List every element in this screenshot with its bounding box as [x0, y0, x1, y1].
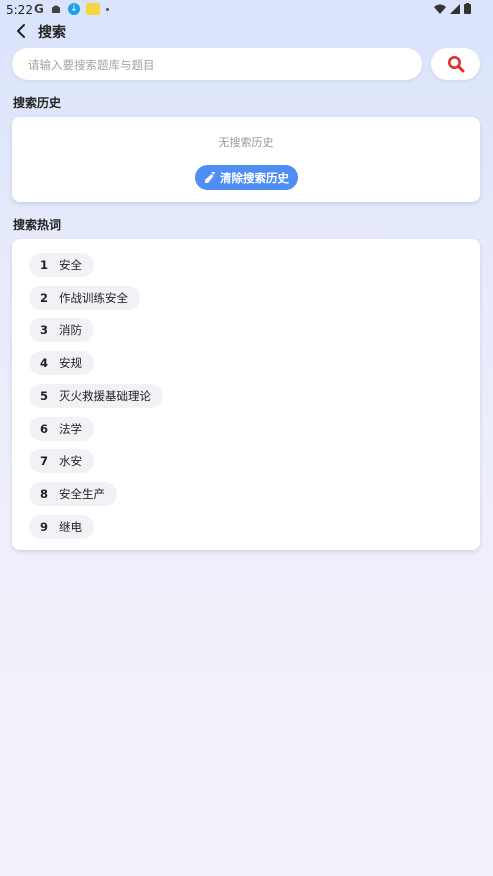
- hot-word-item[interactable]: 6 法学: [29, 417, 94, 441]
- hot-word-text: 安全生产: [59, 487, 105, 501]
- more-notifications-icon: [105, 7, 109, 11]
- hot-word-item[interactable]: 5 灭火救援基础理论: [29, 384, 163, 408]
- wifi-icon: [434, 4, 446, 14]
- hot-word-text: 作战训练安全: [59, 291, 128, 305]
- battery-icon: [464, 3, 471, 14]
- search-icon: [447, 56, 464, 73]
- hot-word-rank: 8: [39, 487, 48, 501]
- search-input[interactable]: [26, 48, 410, 82]
- clear-history-button[interactable]: 清除搜索历史: [195, 165, 298, 190]
- search-field[interactable]: [12, 48, 422, 82]
- hot-word-rank: 4: [39, 356, 48, 370]
- search-button[interactable]: [431, 48, 480, 80]
- download-notification-icon: ↓: [67, 3, 80, 15]
- hot-word-text: 水安: [59, 454, 82, 468]
- hot-word-item[interactable]: 2 作战训练安全: [29, 286, 140, 310]
- hot-word-item[interactable]: 9 继电: [29, 515, 94, 539]
- signal-icon: [450, 3, 460, 14]
- hot-word-rank: 2: [39, 291, 48, 305]
- hot-word-item[interactable]: 3 消防: [29, 318, 94, 342]
- history-section-title: 搜索历史: [13, 96, 62, 110]
- history-card: 无搜索历史 清除搜索历史: [12, 117, 480, 202]
- hot-word-item[interactable]: 1 安全: [29, 253, 94, 277]
- broom-icon: [205, 172, 215, 183]
- hot-word-rank: 3: [39, 323, 48, 337]
- hot-word-item[interactable]: 8 安全生产: [29, 482, 117, 506]
- hot-word-rank: 7: [39, 454, 48, 468]
- status-bar: 5:22 G ↓: [0, 0, 493, 20]
- hot-word-text: 安全: [59, 258, 82, 272]
- page-title: 搜索: [38, 25, 66, 41]
- clear-history-label: 清除搜索历史: [220, 170, 289, 185]
- hot-word-text: 灭火救援基础理论: [59, 389, 151, 403]
- hot-word-text: 消防: [59, 323, 82, 337]
- hot-word-rank: 1: [39, 258, 48, 272]
- app-notification-icon: [85, 3, 100, 15]
- hot-word-text: 法学: [59, 422, 82, 436]
- back-arrow-icon[interactable]: [14, 22, 30, 40]
- hot-word-rank: 5: [39, 389, 48, 403]
- hot-word-text: 安规: [59, 356, 82, 370]
- hot-word-rank: 6: [39, 422, 48, 436]
- hot-word-text: 继电: [59, 520, 82, 534]
- hot-word-rank: 9: [39, 520, 48, 534]
- status-time: 5:22: [6, 3, 33, 17]
- google-notification-icon: G: [34, 2, 44, 16]
- app-header: 搜索: [0, 20, 493, 42]
- hot-words-card: 1 安全 2 作战训练安全 3 消防 4 安规 5 灭火救援基础理论 6 法学 …: [12, 239, 480, 550]
- hot-section-title: 搜索热词: [13, 218, 62, 232]
- history-empty-text: 无搜索历史: [218, 136, 274, 149]
- hot-word-item[interactable]: 4 安规: [29, 351, 94, 375]
- android-notification-icon: [51, 5, 60, 13]
- hot-word-item[interactable]: 7 水安: [29, 449, 94, 473]
